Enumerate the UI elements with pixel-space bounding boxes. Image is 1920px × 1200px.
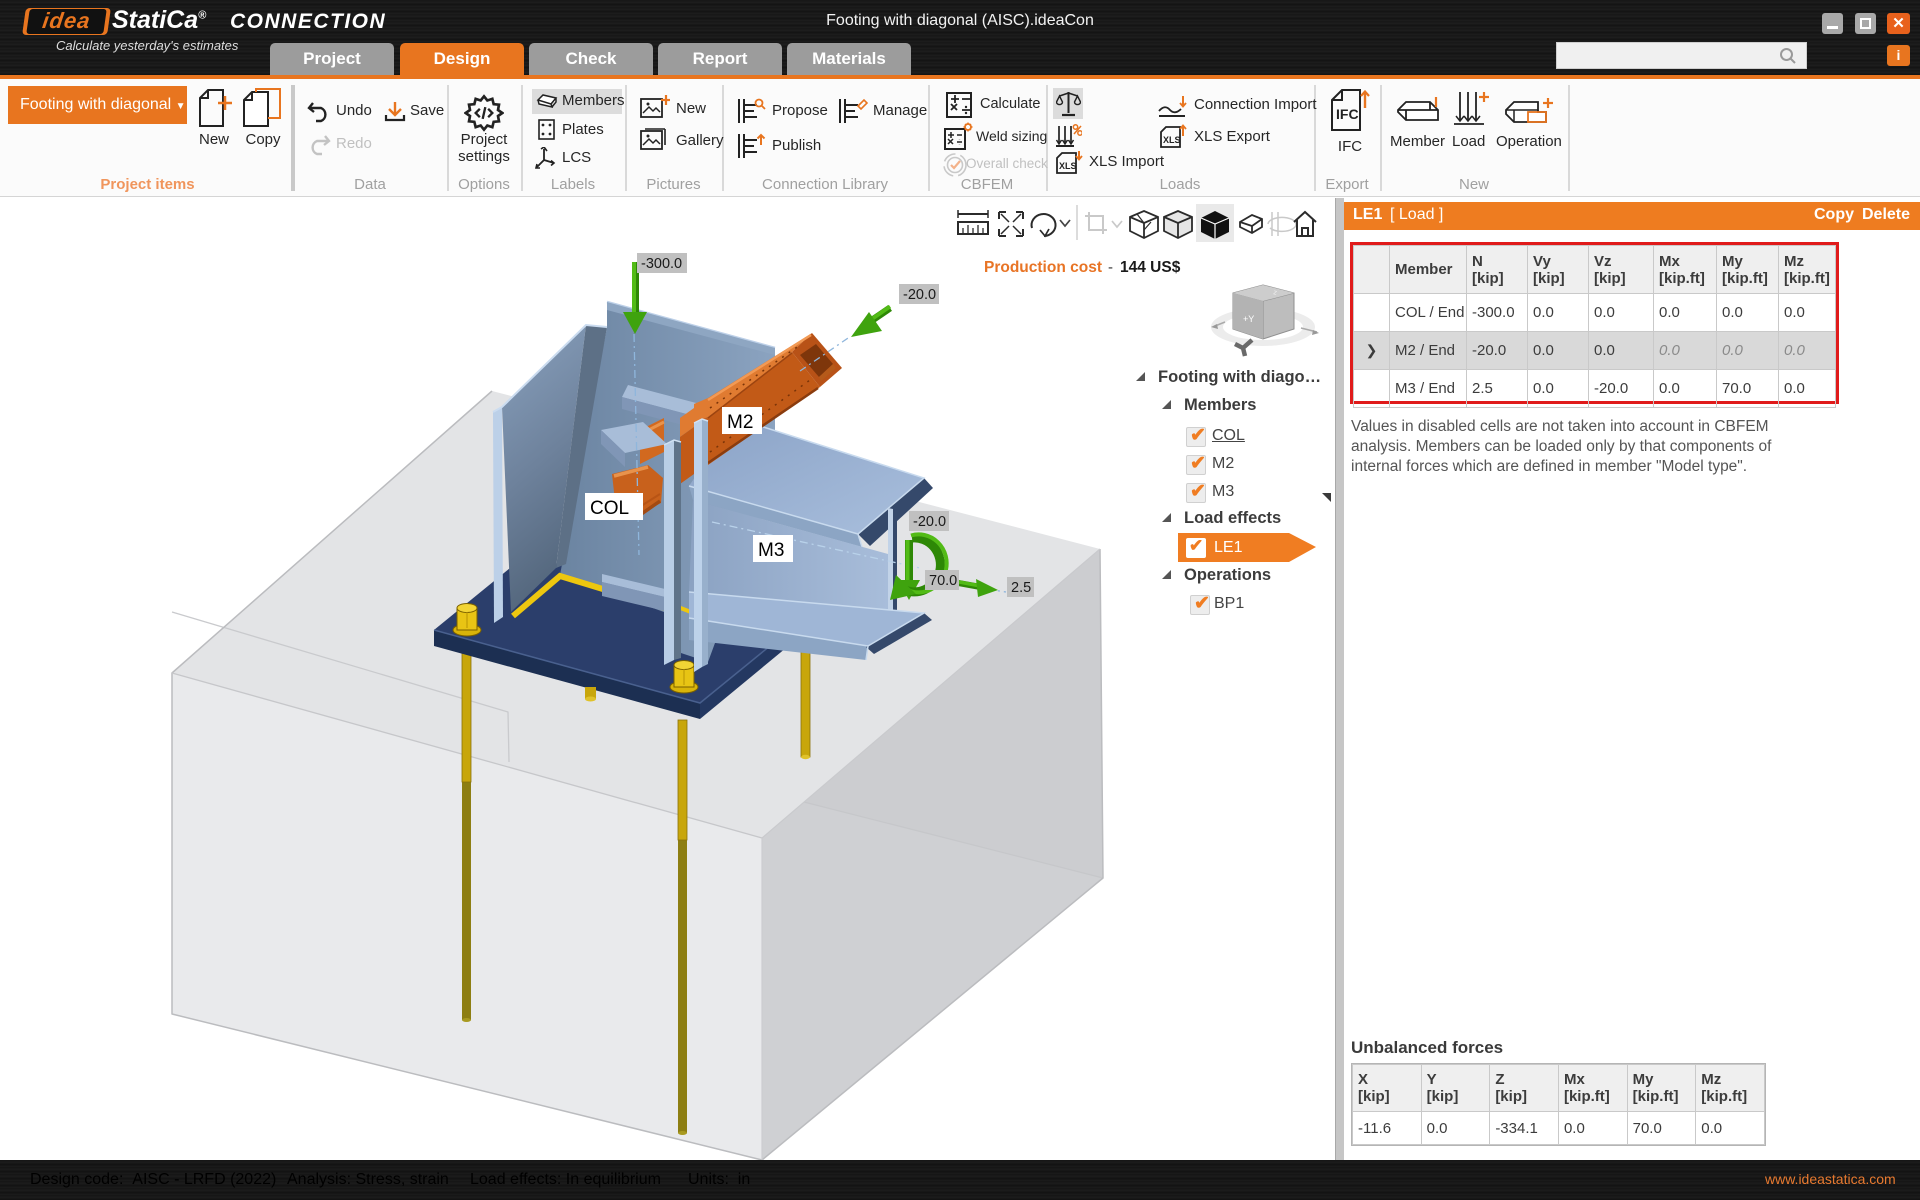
svg-text:XLS: XLS	[1059, 161, 1077, 171]
svg-text:COL: COL	[590, 498, 629, 519]
svg-text:-20.0: -20.0	[913, 514, 946, 530]
svg-text:M2: M2	[727, 412, 753, 433]
svg-text:70.0: 70.0	[929, 573, 957, 589]
svg-text:144 US$: 144 US$	[1120, 259, 1181, 276]
svg-text:Production cost: Production cost	[984, 259, 1102, 276]
svg-text:IFC: IFC	[1336, 106, 1359, 122]
svg-text:XLS: XLS	[1163, 135, 1181, 145]
svg-text:2.5: 2.5	[1011, 580, 1031, 596]
svg-text:M3: M3	[758, 540, 784, 561]
svg-text:-: -	[1108, 259, 1113, 276]
svg-text:-20.0: -20.0	[903, 287, 936, 303]
svg-text:-300.0: -300.0	[641, 256, 682, 272]
svg-text:+Y: +Y	[1243, 314, 1254, 324]
